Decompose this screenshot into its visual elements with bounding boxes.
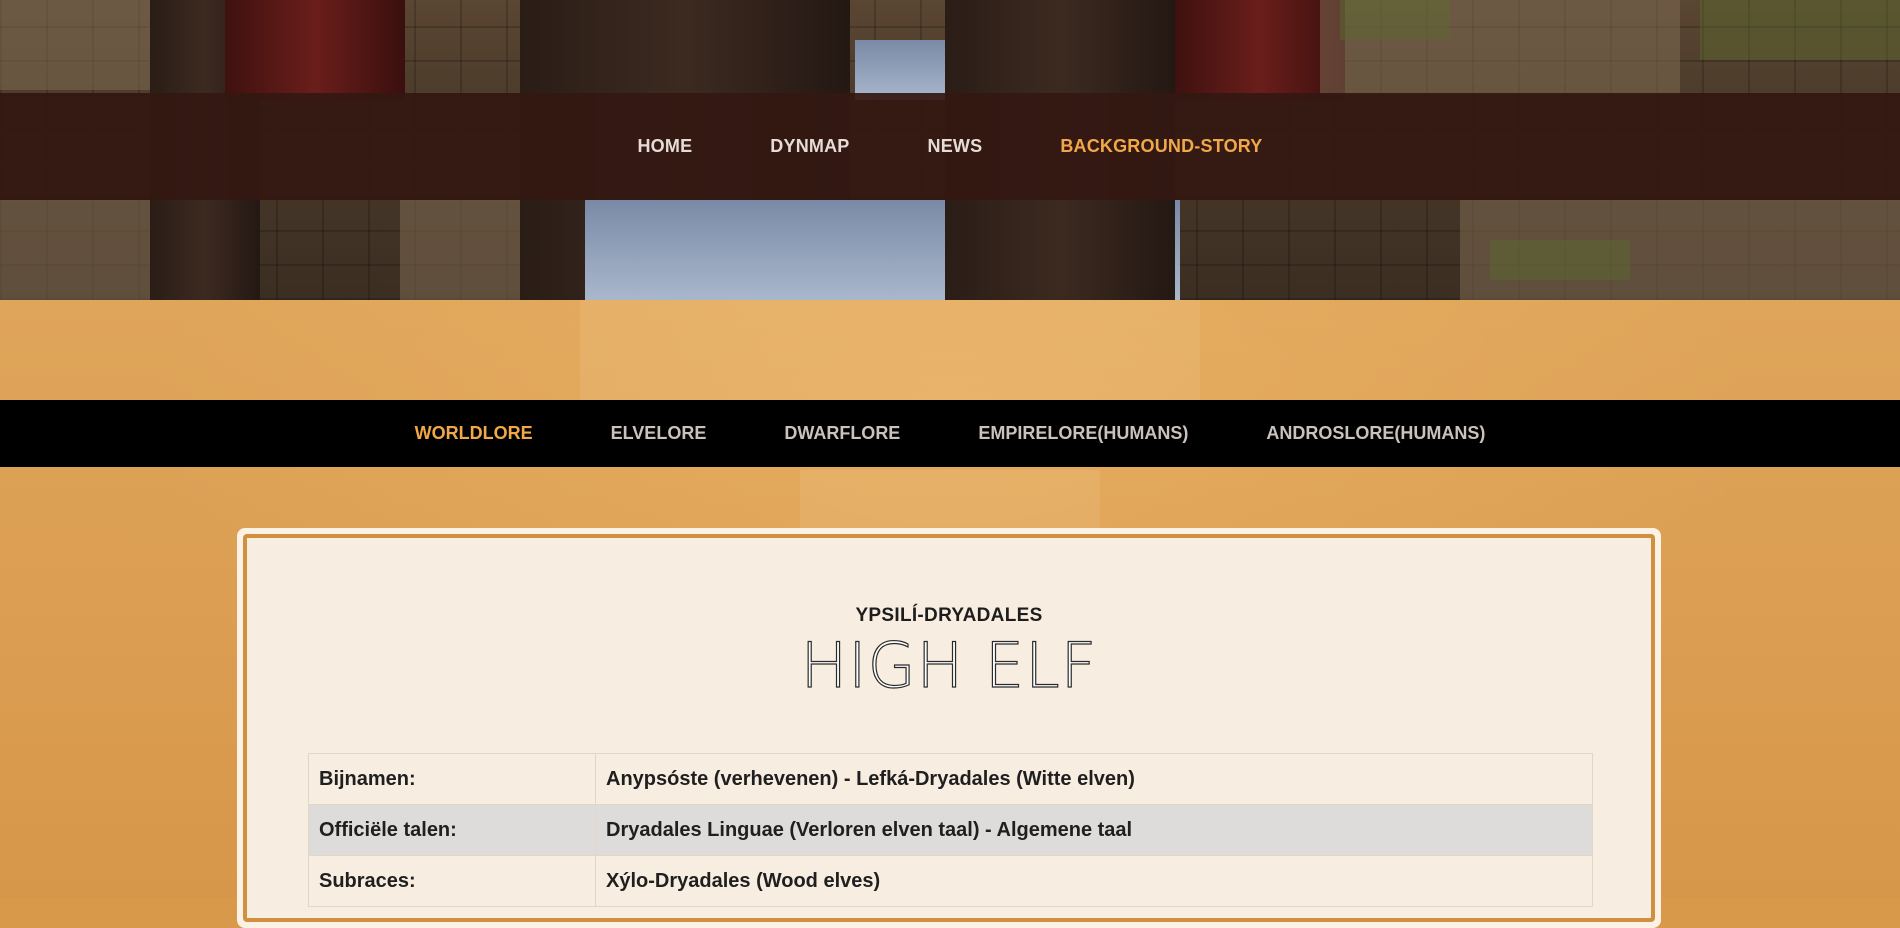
table-cell-value: Dryadales Linguae (Verloren elven taal) … bbox=[595, 804, 1593, 856]
tab-androslore[interactable]: ANDROSLORE(HUMANS) bbox=[1266, 423, 1485, 444]
lore-card: YPSILÍ-DRYADALES HIGH ELF Bijnamen: Anyp… bbox=[237, 528, 1661, 928]
lore-nav: WORLDLORE ELVELORE DWARFLORE EMPIRELORE(… bbox=[0, 400, 1900, 467]
table-cell-key: Officiële talen: bbox=[308, 804, 596, 856]
lore-card-inner: YPSILÍ-DRYADALES HIGH ELF Bijnamen: Anyp… bbox=[243, 534, 1655, 922]
nav-item-home[interactable]: HOME bbox=[637, 136, 692, 157]
card-title: HIGH ELF bbox=[800, 629, 1098, 702]
tab-worldlore[interactable]: WORLDLORE bbox=[415, 423, 533, 444]
table-row: Officiële talen: Dryadales Linguae (Verl… bbox=[308, 804, 1593, 856]
table-cell-value: Xýlo-Dryadales (Wood elves) bbox=[595, 855, 1593, 907]
nav-item-news[interactable]: NEWS bbox=[928, 136, 983, 157]
nav-item-background-story[interactable]: BACKGROUND-STORY bbox=[1060, 136, 1262, 157]
tab-empirelore[interactable]: EMPIRELORE(HUMANS) bbox=[978, 423, 1188, 444]
table-cell-value: Anypsóste (verhevenen) - Lefká-Dryadales… bbox=[595, 753, 1593, 805]
tab-elvelore[interactable]: ELVELORE bbox=[611, 423, 707, 444]
lore-table: Bijnamen: Anypsóste (verhevenen) - Lefká… bbox=[308, 753, 1593, 907]
nav-item-dynmap[interactable]: DYNMAP bbox=[770, 136, 849, 157]
table-cell-key: Bijnamen: bbox=[308, 753, 596, 805]
tab-dwarflore[interactable]: DWARFLORE bbox=[784, 423, 900, 444]
card-eyebrow: YPSILÍ-DRYADALES bbox=[855, 605, 1043, 626]
table-row: Bijnamen: Anypsóste (verhevenen) - Lefká… bbox=[308, 753, 1593, 805]
table-row: Subraces: Xýlo-Dryadales (Wood elves) bbox=[308, 855, 1593, 907]
table-cell-key: Subraces: bbox=[308, 855, 596, 907]
main-nav: HOME DYNMAP NEWS BACKGROUND-STORY bbox=[0, 93, 1900, 200]
